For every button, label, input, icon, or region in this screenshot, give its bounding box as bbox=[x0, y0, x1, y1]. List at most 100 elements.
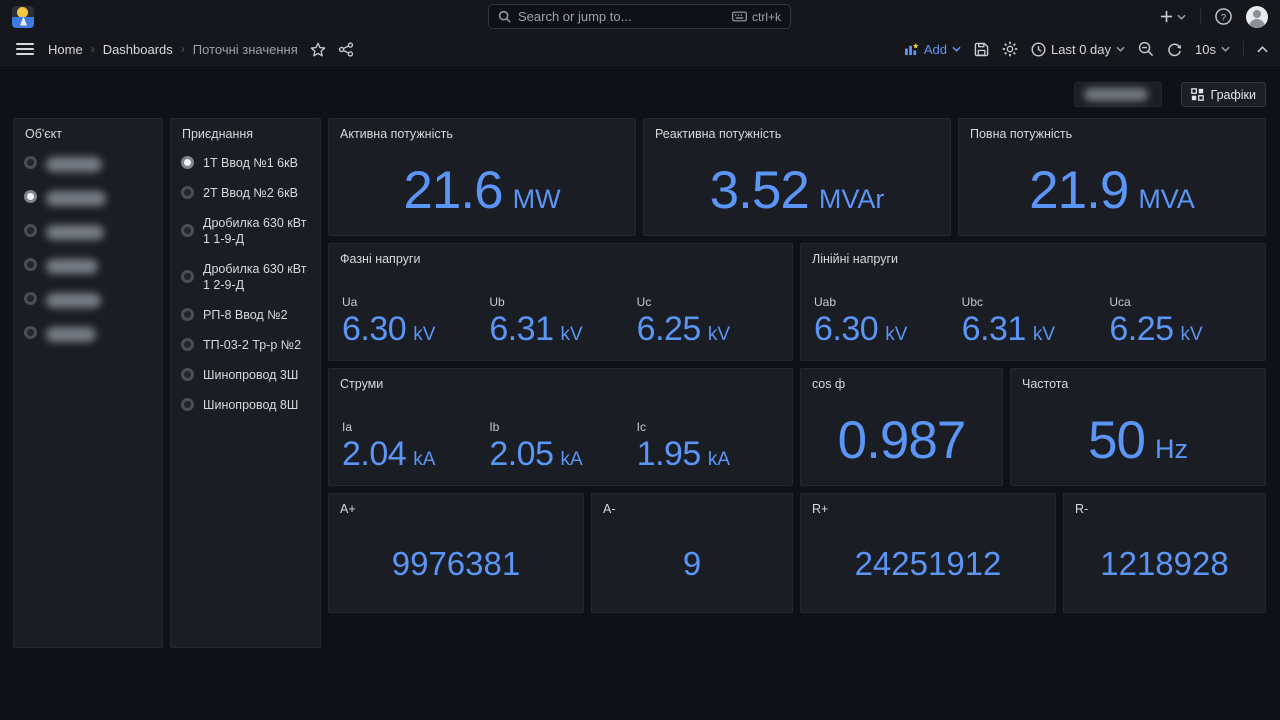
panel-title-object[interactable]: Об'єкт bbox=[14, 119, 162, 142]
clock-icon bbox=[1031, 42, 1046, 57]
save-icon bbox=[974, 42, 989, 57]
panel-reactive-power: Реактивна потужність 3.52 MVAr bbox=[643, 118, 951, 236]
panel-title-r-minus[interactable]: R- bbox=[1064, 494, 1265, 517]
stat-unit: kV bbox=[561, 324, 583, 346]
connection-option[interactable]: ТП-03-2 Тр-р №2 bbox=[181, 337, 310, 353]
radio-icon bbox=[181, 186, 194, 199]
stat-unit: kA bbox=[708, 449, 730, 471]
panel-title-connection[interactable]: Приєднання bbox=[171, 119, 320, 142]
redacted-label bbox=[1084, 88, 1148, 101]
panel-energy-r-minus: R- 1218928 bbox=[1063, 493, 1266, 613]
chevron-down-icon bbox=[1221, 46, 1230, 52]
panel-title-frequency[interactable]: Частота bbox=[1011, 369, 1265, 392]
stat-r-plus: 24251912 bbox=[801, 516, 1055, 612]
user-avatar[interactable] bbox=[1246, 6, 1268, 28]
breadcrumb-dashboards[interactable]: Dashboards bbox=[103, 42, 173, 57]
radio-icon bbox=[24, 292, 37, 305]
org-logo[interactable] bbox=[12, 6, 34, 28]
panel-frequency: Частота 50 Hz bbox=[1010, 368, 1266, 486]
panel-title-a-minus[interactable]: A- bbox=[592, 494, 792, 517]
connection-option[interactable]: Дробилка 630 кВт 1 1-9-Д bbox=[181, 215, 310, 247]
currents-stats: Ia 2.04kA Ib 2.05kA Ic 1.95kA bbox=[342, 399, 784, 474]
object-option-redacted[interactable] bbox=[24, 325, 152, 342]
option-label: РП-8 Ввод №2 bbox=[203, 307, 288, 323]
stat-cos-phi: 0.987 bbox=[801, 395, 1002, 485]
dashboard-settings-button[interactable] bbox=[1002, 41, 1018, 57]
panel-title-active-power[interactable]: Активна потужність bbox=[329, 119, 635, 142]
add-panel-icon bbox=[904, 43, 919, 56]
radio-icon bbox=[181, 224, 194, 237]
chevron-down-icon bbox=[1116, 46, 1125, 52]
refresh-interval-picker[interactable]: 10s bbox=[1195, 42, 1230, 57]
panel-title-a-plus[interactable]: A+ bbox=[329, 494, 583, 517]
connection-option[interactable]: Шинопровод 8Ш bbox=[181, 397, 310, 413]
redacted-button[interactable] bbox=[1074, 82, 1162, 107]
connection-option[interactable]: 2Т Ввод №2 6кВ bbox=[181, 185, 310, 201]
refresh-interval-label: 10s bbox=[1195, 42, 1216, 57]
object-option-redacted[interactable] bbox=[24, 257, 152, 274]
divider bbox=[1243, 41, 1244, 57]
panel-title-apparent-power[interactable]: Повна потужність bbox=[959, 119, 1265, 142]
option-label: Шинопровод 8Ш bbox=[203, 397, 298, 413]
connection-option[interactable]: Шинопровод 3Ш bbox=[181, 367, 310, 383]
object-option-redacted[interactable] bbox=[24, 155, 152, 172]
stat-uc: Uc 6.25kV bbox=[637, 274, 784, 349]
stat-label: Ib bbox=[489, 420, 636, 434]
time-range-picker[interactable]: Last 0 day bbox=[1031, 42, 1125, 57]
object-option-redacted[interactable] bbox=[24, 189, 152, 206]
stat-ua: Ua 6.30kV bbox=[342, 274, 489, 349]
redacted-option-label bbox=[46, 225, 104, 240]
radio-icon bbox=[24, 326, 37, 339]
panel-phase-voltages: Фазні напруги Ua 6.30kV Ub 6.31kV Uc 6.2… bbox=[328, 243, 793, 361]
connection-option[interactable]: РП-8 Ввод №2 bbox=[181, 307, 310, 323]
stat-unit: kA bbox=[561, 449, 583, 471]
radio-icon bbox=[181, 338, 194, 351]
menu-toggle-button[interactable] bbox=[16, 43, 34, 55]
stat-unit: kV bbox=[885, 324, 907, 346]
panel-title-cos-phi[interactable]: cos ф bbox=[801, 369, 1002, 392]
shortcut-label: ctrl+k bbox=[752, 10, 781, 24]
object-option-redacted[interactable] bbox=[24, 291, 152, 308]
panel-line-voltages: Лінійні напруги Uab 6.30kV Ubc 6.31kV Uc… bbox=[800, 243, 1266, 361]
redacted-option-label bbox=[46, 327, 96, 342]
stat-value: 9 bbox=[683, 545, 701, 583]
breadcrumb-home[interactable]: Home bbox=[48, 42, 83, 57]
save-dashboard-button[interactable] bbox=[974, 42, 989, 57]
refresh-button[interactable] bbox=[1167, 42, 1182, 57]
help-icon: ? bbox=[1215, 8, 1232, 25]
panel-title-phase-voltages[interactable]: Фазні напруги bbox=[329, 244, 792, 267]
share-icon[interactable] bbox=[338, 42, 354, 57]
stat-value: 1.95 bbox=[637, 435, 701, 474]
breadcrumb-separator: › bbox=[181, 42, 185, 56]
stat-value: 0.987 bbox=[838, 410, 966, 471]
collapse-toolbar-button[interactable] bbox=[1257, 46, 1268, 53]
radio-icon bbox=[181, 308, 194, 321]
star-icon[interactable] bbox=[310, 42, 326, 57]
phase-voltages-stats: Ua 6.30kV Ub 6.31kV Uc 6.25kV bbox=[342, 274, 784, 349]
add-panel-button[interactable]: Add bbox=[904, 42, 961, 57]
top-nav: Search or jump to... ctrl+k ? bbox=[0, 0, 1280, 33]
stat-value: 6.30 bbox=[814, 310, 878, 349]
connection-option[interactable]: Дробилка 630 кВт 1 2-9-Д bbox=[181, 261, 310, 293]
redacted-option-label bbox=[46, 259, 98, 274]
radio-icon bbox=[24, 224, 37, 237]
panel-title-line-voltages[interactable]: Лінійні напруги bbox=[801, 244, 1265, 267]
panel-title-currents[interactable]: Струми bbox=[329, 369, 792, 392]
connection-option[interactable]: 1Т Ввод №1 6кВ bbox=[181, 155, 310, 171]
panel-title-r-plus[interactable]: R+ bbox=[801, 494, 1055, 517]
search-input[interactable]: Search or jump to... ctrl+k bbox=[488, 4, 791, 29]
stat-value: 6.30 bbox=[342, 310, 406, 349]
stat-unit: kV bbox=[708, 324, 730, 346]
zoom-out-time-button[interactable] bbox=[1138, 41, 1154, 57]
charts-link-button[interactable]: Графіки bbox=[1181, 82, 1266, 107]
radio-icon bbox=[24, 156, 37, 169]
time-range-label: Last 0 day bbox=[1051, 42, 1111, 57]
option-label: ТП-03-2 Тр-р №2 bbox=[203, 337, 301, 353]
panel-title-reactive-power[interactable]: Реактивна потужність bbox=[644, 119, 950, 142]
radio-checked-icon bbox=[24, 190, 37, 203]
new-menu-button[interactable] bbox=[1160, 10, 1186, 23]
help-button[interactable]: ? bbox=[1215, 8, 1232, 25]
stat-ia: Ia 2.04kA bbox=[342, 399, 489, 474]
object-option-redacted[interactable] bbox=[24, 223, 152, 240]
radio-icon bbox=[181, 270, 194, 283]
